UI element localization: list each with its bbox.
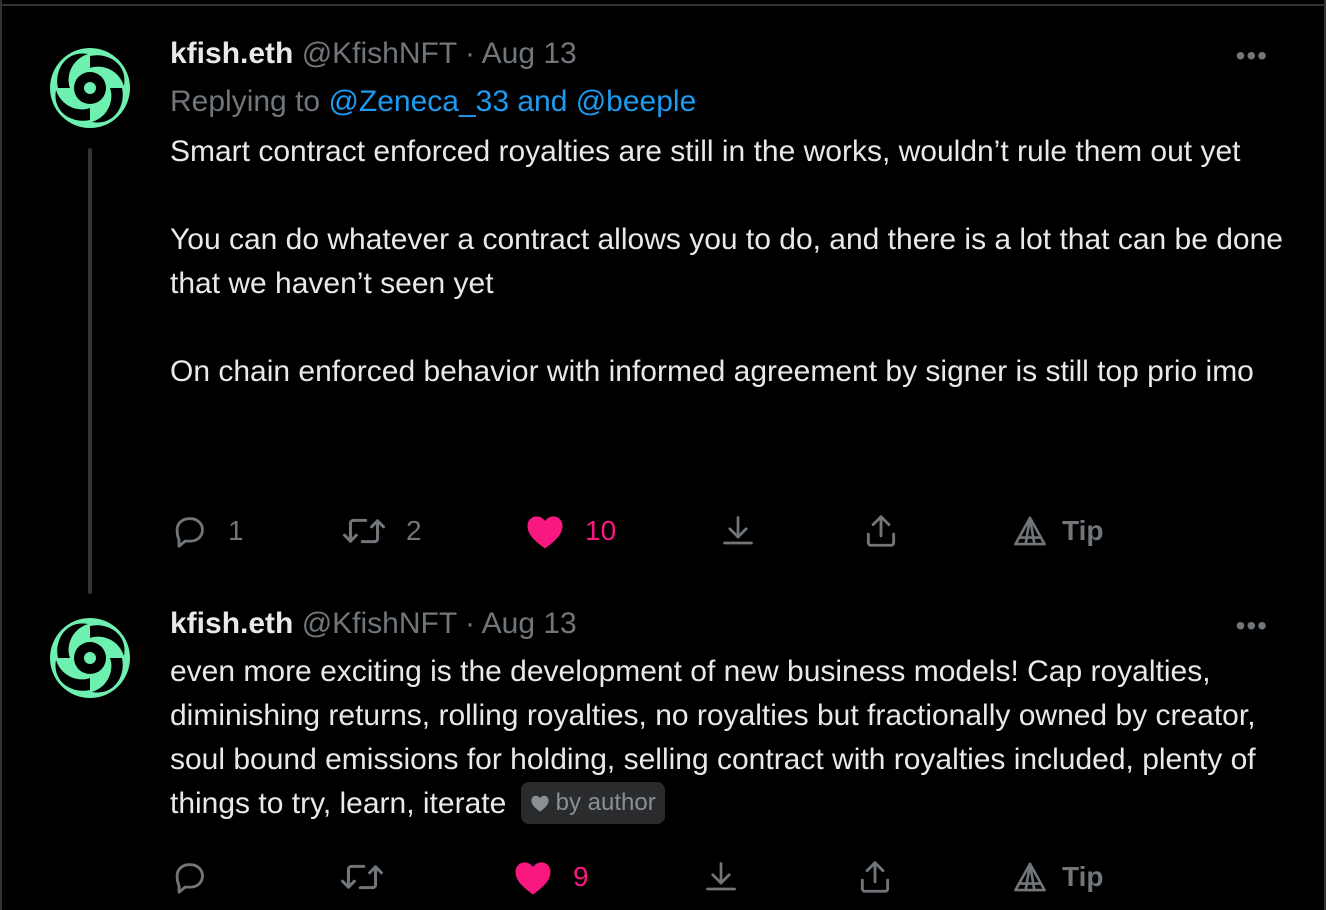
share-icon	[860, 861, 890, 893]
bookmark-button[interactable]	[703, 852, 739, 902]
tip-icon	[1014, 516, 1046, 546]
tip-label: Tip	[1062, 515, 1104, 546]
author-handle[interactable]: @KfishNFT	[302, 607, 457, 640]
small-heart-icon	[531, 795, 549, 812]
bookmark-icon	[706, 862, 736, 891]
separator: ·	[464, 37, 475, 70]
tweet-header: kfish.eth @KfishNFT · Aug 13	[170, 604, 577, 644]
retweet-icon	[343, 518, 385, 544]
tweet-date[interactable]: Aug 13	[482, 607, 577, 640]
bookmark-icon	[723, 516, 753, 545]
tweet-date[interactable]: Aug 13	[482, 37, 577, 70]
tip-button[interactable]: Tip	[1012, 852, 1103, 902]
author-handle[interactable]: @KfishNFT	[302, 37, 457, 70]
avatar-logo-icon	[50, 48, 130, 128]
tweet-paragraph: You can do whatever a contract allows yo…	[170, 223, 1283, 300]
reply-count: 1	[228, 515, 244, 546]
author-name[interactable]: kfish.eth	[170, 607, 293, 640]
more-icon[interactable]: •••	[1236, 42, 1268, 70]
reply-icon	[175, 517, 204, 548]
like-count: 10	[585, 515, 617, 546]
avatar[interactable]	[48, 46, 132, 130]
tweet-1[interactable]: kfish.eth @KfishNFT · Aug 13 ••• Replyin…	[0, 0, 1326, 594]
reply-button[interactable]: 1	[170, 506, 244, 556]
tweet-paragraph: On chain enforced behavior with informed…	[170, 355, 1254, 388]
avatar[interactable]	[48, 616, 132, 700]
tweet-2[interactable]: kfish.eth @KfishNFT · Aug 13 ••• even mo…	[0, 590, 1326, 910]
heart-icon	[527, 516, 563, 549]
author-name[interactable]: kfish.eth	[170, 37, 293, 70]
like-button[interactable]: 9	[513, 852, 589, 902]
tweet-header: kfish.eth @KfishNFT · Aug 13	[170, 34, 577, 74]
tip-label: Tip	[1062, 861, 1104, 892]
reply-button[interactable]	[170, 852, 228, 902]
bookmark-button[interactable]	[720, 506, 756, 556]
action-bar: 1 2 10 Tip	[0, 506, 1326, 556]
tweet-text: Smart contract enforced royalties are st…	[170, 130, 1290, 394]
like-count: 9	[573, 861, 589, 892]
share-button[interactable]	[856, 852, 894, 902]
tweet-paragraph: even more exciting is the development of…	[170, 655, 1256, 820]
share-button[interactable]	[862, 506, 900, 556]
retweet-button[interactable]: 2	[342, 506, 422, 556]
retweet-button[interactable]	[340, 852, 404, 902]
tip-icon	[1014, 862, 1046, 892]
retweet-count: 2	[406, 515, 422, 546]
avatar-logo-icon	[50, 618, 130, 698]
reply-mentions[interactable]: @Zeneca_33 and @beeple	[328, 85, 696, 118]
replying-to-label: Replying to	[170, 85, 329, 118]
reply-icon	[175, 863, 204, 894]
action-bar: 9 Tip	[0, 852, 1326, 902]
tweet-text: even more exciting is the development of…	[170, 650, 1280, 826]
badge-label: by author	[555, 789, 656, 817]
retweet-icon	[341, 864, 383, 890]
heart-icon	[515, 862, 551, 895]
like-button[interactable]: 10	[525, 506, 616, 556]
tip-button[interactable]: Tip	[1012, 506, 1103, 556]
replying-to: Replying to @Zeneca_33 and @beeple	[170, 82, 696, 122]
liked-by-author-badge: by author	[520, 782, 665, 825]
share-icon	[866, 515, 896, 547]
separator: ·	[464, 607, 475, 640]
tweet-paragraph: Smart contract enforced royalties are st…	[170, 135, 1241, 168]
more-icon[interactable]: •••	[1236, 612, 1268, 640]
